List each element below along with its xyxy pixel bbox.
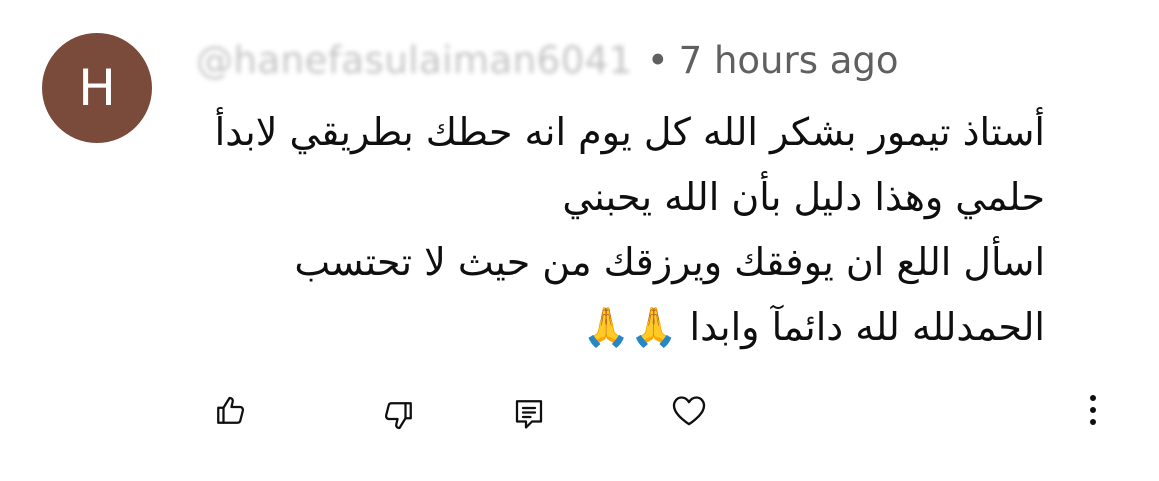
reply-icon [511, 396, 547, 432]
timestamp[interactable]: 7 hours ago [679, 39, 899, 82]
comment-text-line: حلمي وهذا دليل بأن الله يحبني [562, 175, 1045, 219]
comment-text-line: اسأل اللع ان يوفقك ويرزقك من حيث لا تحتس… [294, 240, 1045, 284]
more-vertical-icon [1087, 390, 1099, 430]
thumbs-down-icon [380, 398, 416, 434]
comment-header: @hanefasulaiman6041 • 7 hours ago [196, 34, 899, 86]
thumbs-up-icon [213, 392, 249, 428]
comment-action-bar [0, 385, 1159, 445]
more-options-button[interactable] [1068, 385, 1118, 435]
heart-button[interactable] [664, 385, 714, 435]
avatar-letter: H [78, 59, 116, 117]
dislike-button[interactable] [373, 391, 423, 441]
like-button[interactable] [206, 385, 256, 435]
header-separator: • [646, 38, 669, 82]
heart-icon [669, 390, 709, 430]
username[interactable]: @hanefasulaiman6041 [196, 39, 633, 82]
comment-text-line: الحمدلله لله دائمآ وابدا 🙏🙏 [582, 305, 1045, 349]
avatar[interactable]: H [42, 33, 152, 143]
comment-card: H @hanefasulaiman6041 • 7 hours ago أستا… [0, 0, 1159, 481]
comment-text-line: أستاذ تيمور بشكر الله كل يوم انه حطك بطر… [214, 110, 1045, 154]
comment-text: أستاذ تيمور بشكر الله كل يوم انه حطك بطر… [185, 100, 1045, 360]
reply-button[interactable] [504, 389, 554, 439]
